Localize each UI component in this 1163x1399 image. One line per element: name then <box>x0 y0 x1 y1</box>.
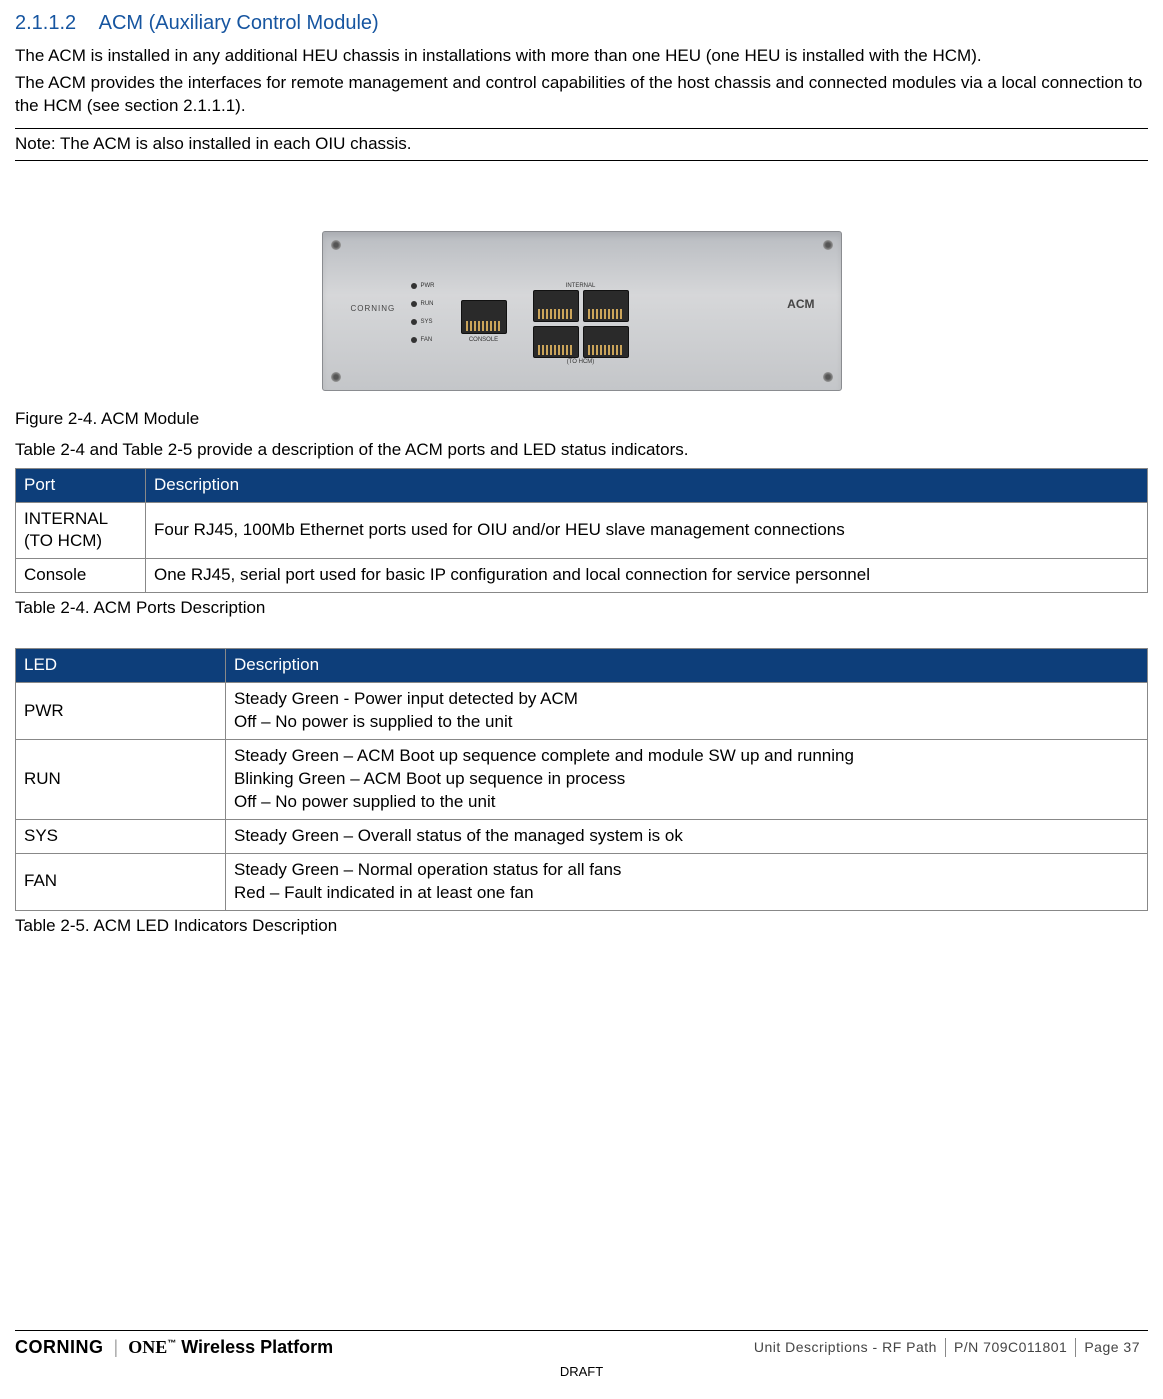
led-table-caption: Table 2-5. ACM LED Indicators Descriptio… <box>15 915 1148 938</box>
footer-brand: CORNING | ONE™ Wireless Platform <box>15 1335 333 1359</box>
paragraph-1: The ACM is installed in any additional H… <box>15 45 1148 68</box>
desc-cell: Steady Green – Overall status of the man… <box>226 819 1148 853</box>
table-row: PWR Steady Green - Power input detected … <box>16 683 1148 740</box>
led-cell: RUN <box>16 740 226 820</box>
desc-cell: Steady Green – ACM Boot up sequence comp… <box>226 740 1148 820</box>
device-console: CONSOLE <box>461 300 507 334</box>
table-row: RUN Steady Green – ACM Boot up sequence … <box>16 740 1148 820</box>
ports-table: Port Description INTERNAL (TO HCM) Four … <box>15 468 1148 594</box>
led-cell: PWR <box>16 683 226 740</box>
desc-cell: Four RJ45, 100Mb Ethernet ports used for… <box>146 502 1148 559</box>
ports-table-caption: Table 2-4. ACM Ports Description <box>15 597 1148 620</box>
acm-device-image: CORNING PWR RUN SYS FAN CONSOLE INTERNAL… <box>322 231 842 391</box>
device-brand: CORNING <box>351 304 396 315</box>
port-cell: Console <box>16 559 146 593</box>
table-row: SYS Steady Green – Overall status of the… <box>16 819 1148 853</box>
desc-cell: Steady Green - Power input detected by A… <box>226 683 1148 740</box>
footer-meta: Unit Descriptions - RF Path P/N 709C0118… <box>746 1338 1148 1357</box>
led-cell: FAN <box>16 853 226 910</box>
led-cell: SYS <box>16 819 226 853</box>
section-heading: 2.1.1.2 ACM (Auxiliary Control Module) <box>15 10 1148 37</box>
device-acm-label: ACM <box>787 296 814 312</box>
led-header-led: LED <box>16 649 226 683</box>
port-cell: INTERNAL (TO HCM) <box>16 502 146 559</box>
footer-page: Page 37 <box>1075 1338 1148 1357</box>
ports-header-port: Port <box>16 468 146 502</box>
device-quad-ports: INTERNAL (TO HCM) <box>533 282 629 366</box>
footer-draft: DRAFT <box>15 1363 1148 1381</box>
desc-cell: One RJ45, serial port used for basic IP … <box>146 559 1148 593</box>
footer-section: Unit Descriptions - RF Path <box>746 1338 945 1357</box>
note-text: Note: The ACM is also installed in each … <box>15 134 412 153</box>
figure-caption: Figure 2-4. ACM Module <box>15 408 1148 431</box>
section-title: ACM (Auxiliary Control Module) <box>99 12 379 34</box>
led-table: LED Description PWR Steady Green - Power… <box>15 648 1148 910</box>
acm-figure: CORNING PWR RUN SYS FAN CONSOLE INTERNAL… <box>15 231 1148 398</box>
desc-cell: Steady Green – Normal operation status f… <box>226 853 1148 910</box>
ports-header-desc: Description <box>146 468 1148 502</box>
led-header-desc: Description <box>226 649 1148 683</box>
paragraph-2: The ACM provides the interfaces for remo… <box>15 72 1148 118</box>
note-block: Note: The ACM is also installed in each … <box>15 128 1148 161</box>
page-footer: CORNING | ONE™ Wireless Platform Unit De… <box>15 1330 1148 1381</box>
footer-pn: P/N 709C011801 <box>945 1338 1075 1357</box>
table-row: INTERNAL (TO HCM) Four RJ45, 100Mb Ether… <box>16 502 1148 559</box>
inter-paragraph: Table 2-4 and Table 2-5 provide a descri… <box>15 439 1148 462</box>
table-row: FAN Steady Green – Normal operation stat… <box>16 853 1148 910</box>
table-row: Console One RJ45, serial port used for b… <box>16 559 1148 593</box>
section-number: 2.1.1.2 <box>15 10 76 37</box>
device-leds: PWR RUN SYS FAN <box>411 282 435 344</box>
